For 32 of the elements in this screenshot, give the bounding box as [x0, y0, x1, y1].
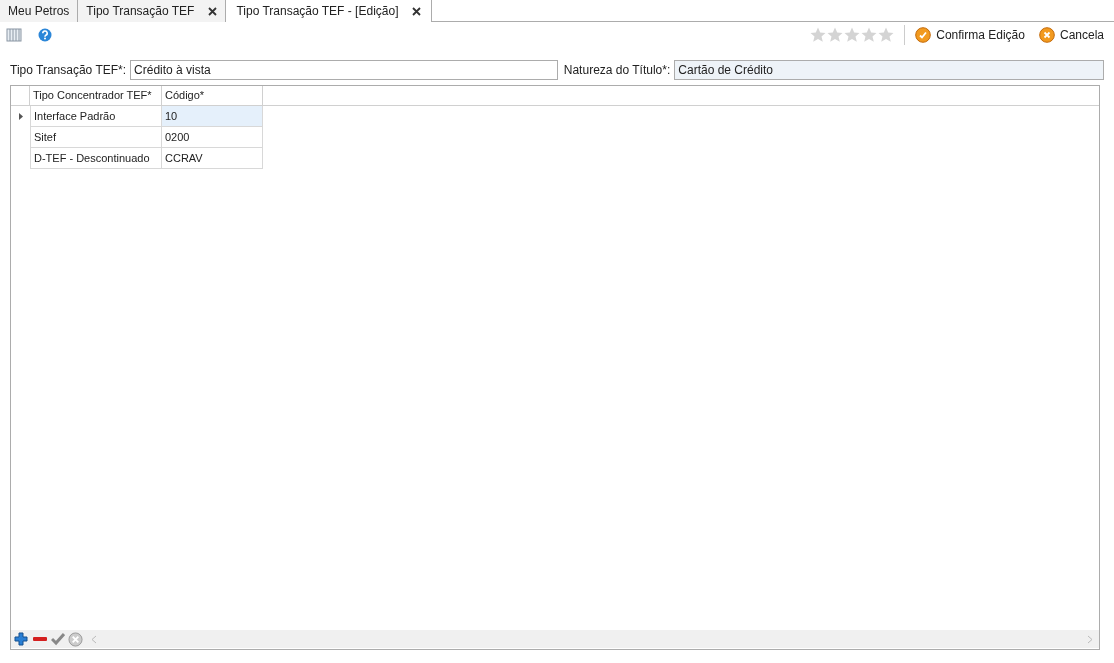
table-cell: Sitef	[30, 127, 162, 148]
cancel-button[interactable]: Cancela	[1038, 26, 1104, 44]
star-icon[interactable]	[861, 27, 878, 43]
field-label: Natureza do Título*:	[563, 62, 671, 79]
table-cell: D-TEF - Descontinuado	[30, 148, 162, 169]
table-cell: Interface Padrão	[30, 106, 162, 127]
star-icon[interactable]	[844, 27, 861, 43]
star-icon[interactable]	[810, 27, 827, 43]
confirm-button[interactable]: Confirma Edição	[915, 26, 1025, 44]
close-icon[interactable]	[412, 6, 422, 16]
tab[interactable]: Meu Petros	[0, 0, 79, 22]
column-header[interactable]: Tipo Concentrador TEF*	[30, 86, 162, 105]
check-circle-icon	[915, 27, 932, 43]
check-icon[interactable]	[51, 632, 65, 646]
x-circle-icon	[1038, 27, 1055, 43]
tab[interactable]: Tipo Transação TEF - [Edição]	[226, 0, 433, 22]
field-label: Tipo Transação TEF*:	[10, 62, 127, 79]
column-header[interactable]: Código*	[162, 86, 263, 105]
table-cell: 0200	[162, 127, 263, 148]
star-icon[interactable]	[878, 27, 895, 43]
tab[interactable]: Tipo Transação TEF	[78, 0, 227, 22]
close-icon[interactable]	[208, 6, 218, 16]
cancel-icon[interactable]	[68, 631, 83, 647]
scroll-left-icon[interactable]	[91, 634, 97, 644]
star-icon[interactable]	[827, 27, 844, 43]
scroll-right-icon[interactable]	[1087, 634, 1093, 644]
columns-icon[interactable]	[6, 27, 22, 43]
table-cell: 10	[162, 106, 263, 127]
table-cell: CCRAV	[162, 148, 263, 169]
input-field[interactable]: Crédito à vista	[130, 60, 558, 80]
help-icon[interactable]	[38, 28, 52, 42]
add-icon[interactable]	[13, 631, 29, 647]
